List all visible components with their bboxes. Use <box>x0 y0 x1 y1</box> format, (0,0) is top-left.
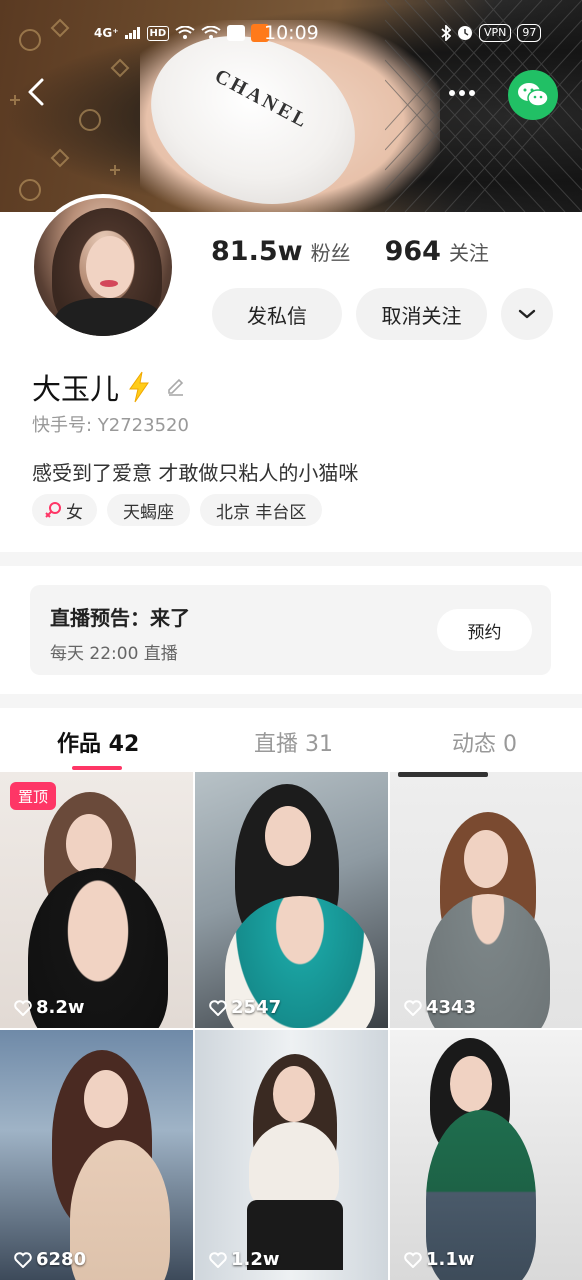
profile-card: 81.5w 粉丝 964 关注 发私信 取消关注 大玉儿 快手号: Y27235… <box>0 194 582 552</box>
tag-gender: 女 <box>32 494 97 526</box>
app-notification-icon <box>227 25 246 41</box>
video-likes: 1.1w <box>404 1249 475 1270</box>
heart-icon <box>14 999 32 1016</box>
video-likes: 2547 <box>209 997 281 1018</box>
video-thumbnail[interactable]: 置顶 8.2w <box>0 772 193 1028</box>
live-preview-schedule: 每天 22:00 直播 <box>50 644 178 664</box>
name-row: 大玉儿 <box>32 366 187 408</box>
section-divider <box>0 552 582 566</box>
profile-banner: CHANEL 4G⁺ HD 10:09 VPN 97 <box>0 0 582 212</box>
status-time: 10:09 <box>264 22 319 44</box>
heart-icon <box>404 999 422 1016</box>
content-tabs: 作品 42 直播 31 动态 0 <box>0 708 582 772</box>
video-thumbnail[interactable]: 4343 <box>390 772 582 1028</box>
battery-indicator: 97 <box>517 24 542 42</box>
tag-location[interactable]: 北京 丰台区 <box>200 494 323 526</box>
profile-tags: 女 天蝎座 北京 丰台区 <box>32 494 323 526</box>
profile-stats: 81.5w 粉丝 964 关注 <box>211 236 523 267</box>
avatar[interactable] <box>30 194 176 340</box>
heart-icon <box>209 999 227 1016</box>
heart-icon <box>209 1251 227 1268</box>
video-top-strip <box>398 772 488 777</box>
followers-label[interactable]: 粉丝 <box>311 237 351 266</box>
wechat-share-button[interactable] <box>508 70 558 120</box>
send-message-button[interactable]: 发私信 <box>212 288 342 340</box>
pinned-badge: 置顶 <box>10 782 57 810</box>
status-bar: 4G⁺ HD 10:09 VPN 97 <box>0 22 582 50</box>
video-likes-count: 6280 <box>36 1249 87 1270</box>
tab-works[interactable]: 作品 42 <box>57 726 139 758</box>
tag-gender-label: 女 <box>66 502 83 523</box>
user-id[interactable]: 快手号: Y2723520 <box>32 411 189 437</box>
network-type: 4G⁺ <box>94 26 119 40</box>
video-thumbnail[interactable]: 6280 <box>0 1030 193 1280</box>
bluetooth-icon <box>441 25 451 41</box>
unfollow-button[interactable]: 取消关注 <box>356 288 487 340</box>
tab-posts[interactable]: 动态 0 <box>452 726 517 758</box>
live-preview-card[interactable]: 直播预告：来了 每天 22:00 直播 预约 <box>30 585 551 675</box>
following-count[interactable]: 964 <box>385 236 441 267</box>
alarm-icon <box>458 26 472 40</box>
lightning-badge-icon[interactable] <box>125 370 153 404</box>
back-button[interactable] <box>22 72 52 112</box>
wechat-icon <box>518 83 549 107</box>
vpn-indicator: VPN <box>479 24 512 42</box>
female-icon <box>45 502 61 518</box>
chevron-left-icon <box>28 78 44 106</box>
video-grid: 置顶 8.2w 2547 4343 6280 1.2w 1.1w <box>0 772 582 1280</box>
reserve-button[interactable]: 预约 <box>437 609 532 651</box>
more-dots-icon <box>449 90 475 96</box>
signal-icon <box>124 27 140 39</box>
profile-bio: 感受到了爱意 才敢做只粘人的小猫咪 <box>32 461 359 485</box>
video-thumbnail[interactable]: 2547 <box>195 772 388 1028</box>
video-likes: 6280 <box>14 1249 86 1270</box>
tab-live[interactable]: 直播 31 <box>254 726 333 758</box>
hd-indicator: HD <box>146 25 170 41</box>
video-likes-count: 1.2w <box>231 1249 280 1270</box>
heart-icon <box>14 1251 32 1268</box>
video-likes: 1.2w <box>209 1249 280 1270</box>
video-likes: 4343 <box>404 997 476 1018</box>
wifi-alt-icon <box>201 26 221 39</box>
more-options-button[interactable] <box>440 78 484 108</box>
video-thumbnail[interactable]: 1.1w <box>390 1030 582 1280</box>
profile-actions: 发私信 取消关注 <box>212 288 553 340</box>
chevron-down-icon <box>518 309 536 319</box>
heart-icon <box>404 1251 422 1268</box>
video-likes: 8.2w <box>14 997 85 1018</box>
tab-active-indicator <box>72 766 122 770</box>
edit-icon[interactable] <box>165 376 187 398</box>
tag-zodiac: 天蝎座 <box>107 494 190 526</box>
wifi-icon <box>175 26 195 39</box>
video-thumbnail[interactable]: 1.2w <box>195 1030 388 1280</box>
video-likes-count: 2547 <box>231 997 282 1018</box>
video-likes-count: 1.1w <box>426 1249 475 1270</box>
section-divider <box>0 694 582 708</box>
expand-button[interactable] <box>501 288 553 340</box>
video-likes-count: 8.2w <box>36 997 85 1018</box>
live-preview-title: 直播预告：来了 <box>50 606 190 630</box>
video-likes-count: 4343 <box>426 997 477 1018</box>
profile-name: 大玉儿 <box>32 372 120 406</box>
followers-count[interactable]: 81.5w <box>211 236 303 267</box>
following-label[interactable]: 关注 <box>449 237 489 266</box>
